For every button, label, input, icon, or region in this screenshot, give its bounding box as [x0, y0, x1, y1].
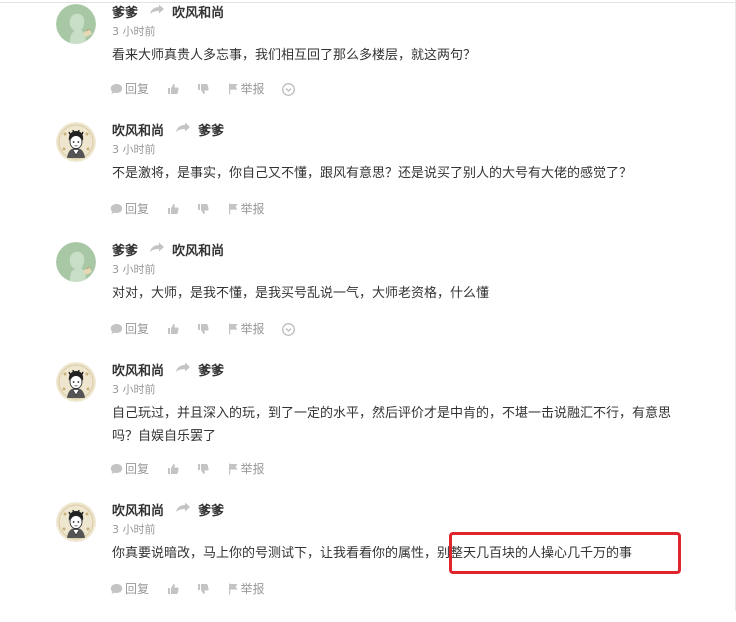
comment-header: 爹爹 吹风和尚 — [112, 240, 224, 259]
reply-arrow-icon — [175, 122, 191, 137]
dislike-icon[interactable] — [197, 582, 209, 596]
reply-button[interactable]: 回复 — [110, 200, 149, 217]
top-divider — [0, 2, 736, 3]
author-name[interactable]: 爹爹 — [112, 244, 138, 259]
like-icon[interactable] — [167, 82, 179, 96]
dislike-icon[interactable] — [197, 82, 209, 96]
reply-arrow-icon — [149, 242, 165, 257]
like-icon[interactable] — [167, 202, 179, 216]
comment-item: 爹爹 吹风和尚 3 小时前 对对，大师，是我不懂，是我买号乱说一气，大师老资格，… — [0, 242, 736, 362]
like-icon[interactable] — [167, 582, 179, 596]
report-button[interactable]: 举报 — [227, 580, 265, 597]
report-label: 举报 — [240, 322, 265, 336]
comment-actions: 回复 举报 — [110, 580, 279, 596]
report-label: 举报 — [240, 462, 265, 476]
author-name[interactable]: 爹爹 — [112, 6, 138, 21]
reply-label: 回复 — [125, 202, 150, 216]
like-icon[interactable] — [167, 462, 179, 476]
reply-button[interactable]: 回复 — [110, 80, 149, 97]
reply-arrow-icon — [175, 502, 191, 517]
reply-label: 回复 — [125, 582, 150, 596]
author-name[interactable]: 吹风和尚 — [112, 504, 164, 519]
comment-text: 自己玩过，并且深入的玩，到了一定的水平，然后评价才是中肯的，不堪一击说融汇不行，… — [112, 406, 672, 444]
dislike-icon[interactable] — [197, 202, 209, 216]
reply-arrow-icon — [149, 4, 165, 19]
reply-to-name[interactable]: 爹爹 — [198, 364, 224, 379]
comment-item: 爹爹 吹风和尚 3 小时前 看来大师真贵人多忘事，我们相互回了那么多楼层，就这两… — [0, 4, 736, 124]
report-button[interactable]: 举报 — [227, 460, 265, 477]
comment-text: 不是激将，是事实，你自己又不懂，跟风有意思？还是说买了别人的大号有大佬的感觉了？ — [112, 166, 633, 181]
comment-header: 吹风和尚 爹爹 — [112, 500, 224, 519]
reply-to-name[interactable]: 吹风和尚 — [172, 244, 224, 259]
timestamp: 3 小时前 — [112, 143, 156, 156]
comment-header: 吹风和尚 爹爹 — [112, 360, 224, 379]
comment-actions: 回复 举报 — [110, 200, 279, 216]
comment-item: 吹风和尚 爹爹 3 小时前 不是激将，是事实，你自己又不懂，跟风有意思？还是说买… — [0, 122, 736, 242]
comment-header: 爹爹 吹风和尚 — [112, 2, 224, 21]
comment-header: 吹风和尚 爹爹 — [112, 120, 224, 139]
comment-actions: 回复 举报 — [110, 460, 279, 476]
report-label: 举报 — [240, 202, 265, 216]
report-button[interactable]: 举报 — [227, 80, 265, 97]
reply-button[interactable]: 回复 — [110, 460, 149, 477]
reply-arrow-icon — [175, 362, 191, 377]
reply-label: 回复 — [125, 82, 150, 96]
report-label: 举报 — [240, 582, 265, 596]
reply-to-name[interactable]: 吹风和尚 — [172, 6, 224, 21]
timestamp: 3 小时前 — [112, 263, 156, 276]
default-avatar-icon[interactable] — [56, 4, 96, 44]
comment-actions: 回复 举报 — [110, 80, 309, 96]
like-icon[interactable] — [167, 322, 179, 336]
reply-to-name[interactable]: 爹爹 — [198, 504, 224, 519]
report-label: 举报 — [240, 82, 265, 96]
comment-text: 对对，大师，是我不懂，是我买号乱说一气，大师老资格，什么懂 — [112, 286, 490, 301]
more-options-icon[interactable] — [282, 322, 296, 336]
cartoon-avatar-icon[interactable] — [56, 122, 96, 162]
comment-actions: 回复 举报 — [110, 320, 309, 336]
author-name[interactable]: 吹风和尚 — [112, 364, 164, 379]
reply-button[interactable]: 回复 — [110, 320, 149, 337]
report-button[interactable]: 举报 — [227, 200, 265, 217]
reply-to-name[interactable]: 爹爹 — [198, 124, 224, 139]
timestamp: 3 小时前 — [112, 523, 156, 536]
timestamp: 3 小时前 — [112, 383, 156, 396]
timestamp: 3 小时前 — [112, 25, 156, 38]
cartoon-avatar-icon[interactable] — [56, 502, 96, 542]
dislike-icon[interactable] — [197, 462, 209, 476]
reply-button[interactable]: 回复 — [110, 580, 149, 597]
comment-text: 看来大师真贵人多忘事，我们相互回了那么多楼层，就这两句？ — [112, 48, 477, 63]
reply-label: 回复 — [125, 462, 150, 476]
author-name[interactable]: 吹风和尚 — [112, 124, 164, 139]
more-options-icon[interactable] — [282, 82, 296, 96]
red-highlight-box — [449, 532, 681, 574]
cartoon-avatar-icon[interactable] — [56, 362, 96, 402]
reply-label: 回复 — [125, 322, 150, 336]
dislike-icon[interactable] — [197, 322, 209, 336]
default-avatar-icon[interactable] — [56, 242, 96, 282]
report-button[interactable]: 举报 — [227, 320, 265, 337]
